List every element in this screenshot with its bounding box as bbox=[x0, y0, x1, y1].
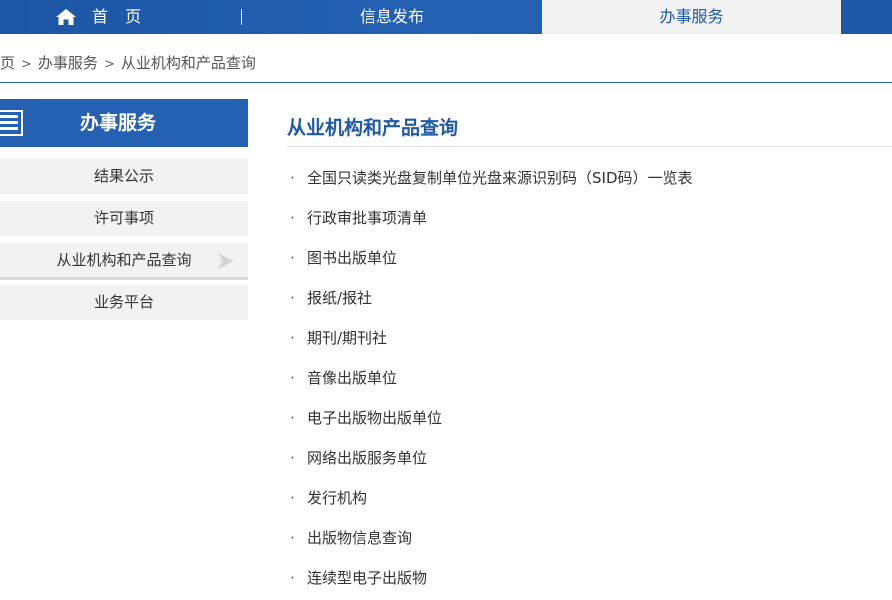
list-item-link[interactable]: 期刊/期刊社 bbox=[307, 318, 387, 358]
list-item[interactable]: · 报纸/报社 bbox=[290, 278, 890, 318]
breadcrumb-divider bbox=[0, 82, 892, 83]
list-item[interactable]: · 电子出版物出版单位 bbox=[290, 398, 890, 438]
list-item[interactable]: · 图书出版单位 bbox=[290, 238, 890, 278]
list-item-link[interactable]: 网络出版服务单位 bbox=[307, 438, 427, 478]
breadcrumb: 页 > 办事服务 > 从业机构和产品查询 bbox=[0, 50, 256, 76]
top-navigation: 首 页 信息发布 办事服务 bbox=[0, 0, 892, 34]
breadcrumb-current: 从业机构和产品查询 bbox=[120, 54, 256, 72]
bullet: · bbox=[290, 489, 295, 507]
bullet: · bbox=[290, 249, 295, 267]
list-item-link[interactable]: 电子出版物出版单位 bbox=[307, 398, 442, 438]
list-item[interactable]: · 连续型电子出版物 bbox=[290, 558, 890, 598]
bullet: · bbox=[290, 369, 295, 387]
nav-home-label: 首 页 bbox=[92, 7, 148, 26]
list-item-link[interactable]: 报纸/报社 bbox=[307, 278, 372, 318]
nav-service-active[interactable]: 办事服务 bbox=[542, 0, 841, 34]
list-item-link[interactable]: 全国只读类光盘复制单位光盘来源识别码（SID码）一览表 bbox=[307, 158, 693, 198]
list-item-link[interactable]: 音像出版单位 bbox=[307, 358, 397, 398]
nav-home[interactable]: 首 页 bbox=[40, 0, 240, 34]
nav-info-publish[interactable]: 信息发布 bbox=[242, 0, 542, 34]
sidebar-item-institution-query[interactable]: 从业机构和产品查询 bbox=[0, 243, 248, 280]
sidebar-item-business-platform[interactable]: 业务平台 bbox=[0, 285, 248, 320]
list-item[interactable]: · 发行机构 bbox=[290, 478, 890, 518]
sidebar-item-results[interactable]: 结果公示 bbox=[0, 159, 248, 194]
list-item-link[interactable]: 出版物信息查询 bbox=[307, 518, 412, 558]
sidebar-item-label: 从业机构和产品查询 bbox=[56, 251, 192, 269]
bullet: · bbox=[290, 209, 295, 227]
breadcrumb-service[interactable]: 办事服务 bbox=[38, 50, 98, 76]
bullet: · bbox=[290, 569, 295, 587]
bullet: · bbox=[290, 409, 295, 427]
list-item[interactable]: · 行政审批事项清单 bbox=[290, 198, 890, 238]
list-item[interactable]: · 全国只读类光盘复制单位光盘来源识别码（SID码）一览表 bbox=[290, 158, 890, 198]
bullet: · bbox=[290, 449, 295, 467]
home-icon bbox=[56, 9, 76, 25]
breadcrumb-separator: > bbox=[21, 57, 32, 72]
sidebar-item-licensing[interactable]: 许可事项 bbox=[0, 201, 248, 236]
section-title: 从业机构和产品查询 bbox=[287, 117, 459, 139]
list-item[interactable]: · 期刊/期刊社 bbox=[290, 318, 890, 358]
breadcrumb-home[interactable]: 页 bbox=[0, 50, 15, 76]
list-item[interactable]: · 网络出版服务单位 bbox=[290, 438, 890, 478]
bullet: · bbox=[290, 529, 295, 547]
bullet: · bbox=[290, 329, 295, 347]
breadcrumb-separator: > bbox=[103, 57, 115, 72]
sidebar-title: 办事服务 bbox=[79, 112, 156, 134]
link-list: · 全国只读类光盘复制单位光盘来源识别码（SID码）一览表 · 行政审批事项清单 ·… bbox=[290, 158, 890, 598]
list-item[interactable]: · 音像出版单位 bbox=[290, 358, 890, 398]
list-item-link[interactable]: 连续型电子出版物 bbox=[307, 558, 427, 598]
list-item-link[interactable]: 行政审批事项清单 bbox=[307, 198, 427, 238]
list-item-link[interactable]: 发行机构 bbox=[307, 478, 367, 518]
sidebar-header: 办事服务 bbox=[0, 99, 248, 147]
arrow-right-icon bbox=[218, 253, 234, 269]
bullet: · bbox=[290, 169, 295, 187]
bullet: · bbox=[290, 289, 295, 307]
section-divider bbox=[287, 146, 892, 147]
list-item-link[interactable]: 图书出版单位 bbox=[307, 238, 397, 278]
list-item[interactable]: · 出版物信息查询 bbox=[290, 518, 890, 558]
